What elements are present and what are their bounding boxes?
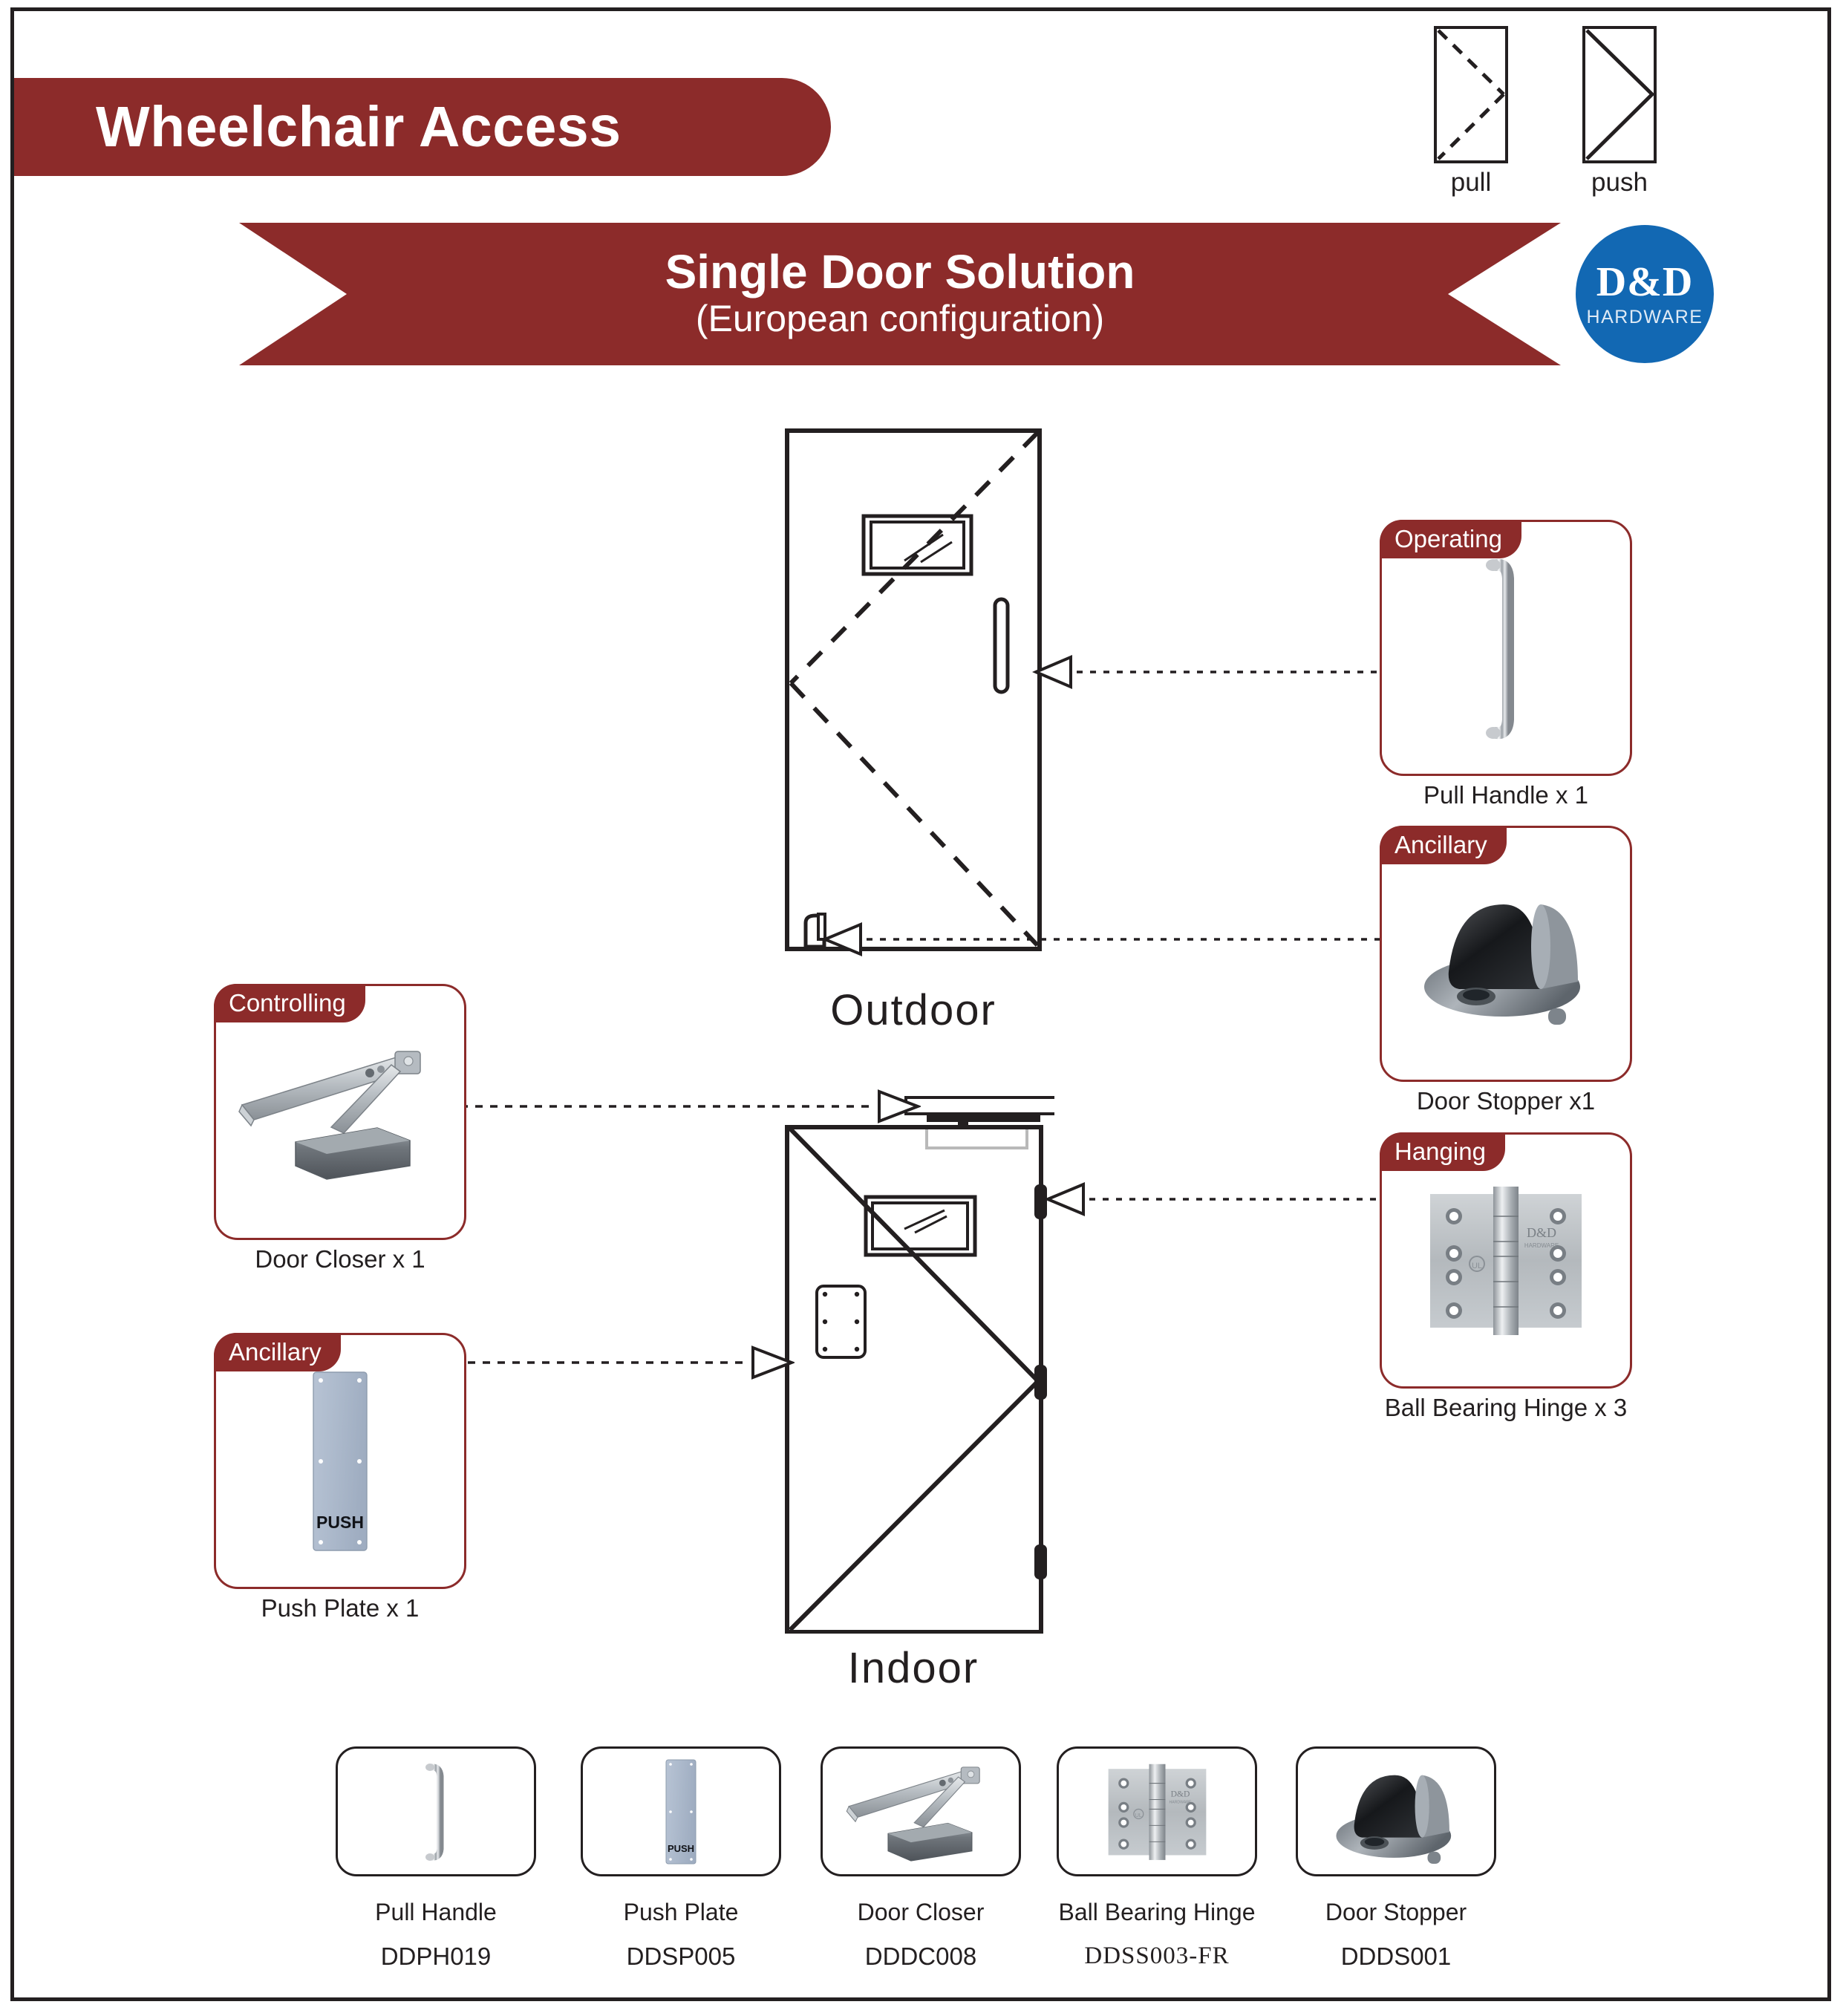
indoor-caption: Indoor (847, 1644, 979, 1692)
outdoor-caption: Outdoor (830, 986, 996, 1034)
product-name-hinge: Ball Bearing Hinge (1058, 1899, 1256, 1925)
brand-logo: D&D HARDWARE (1576, 225, 1714, 363)
product-item-pull-handle[interactable]: Pull Handle DDPH019 (332, 1746, 540, 1971)
door-swing-dashed-icon (1434, 26, 1508, 163)
page-title: Wheelchair Access (96, 94, 622, 159)
hinge-brand-tagline: HARDWARE (1524, 1242, 1559, 1249)
product-item-door-stopper[interactable]: Door Stopper DDDS001 (1292, 1746, 1500, 1971)
hinge-brand-name: D&D (1527, 1225, 1556, 1240)
product-item-push-plate[interactable]: PUSH Push Plate DDSP005 (577, 1746, 785, 1971)
product-code-door-closer: DDDC008 (864, 1942, 977, 1970)
legend-label-push: push (1591, 168, 1648, 197)
callout-card-door-stopper[interactable]: Ancillary (1380, 826, 1632, 1082)
callout-label-pull-handle: Pull Handle x 1 (1423, 781, 1588, 809)
brand-logo-name: D&D (1596, 259, 1694, 305)
svg-text:PUSH: PUSH (668, 1843, 694, 1854)
svg-text:HARDWARE: HARDWARE (1169, 1800, 1191, 1804)
product-name-push-plate: Push Plate (623, 1899, 739, 1925)
connector-door-closer (446, 1089, 921, 1123)
product-item-hinge[interactable]: D&D HARDWARE UL Ball Bearing Hinge DDSS0… (1053, 1746, 1261, 1970)
svg-text:UL: UL (1135, 1812, 1141, 1818)
connector-hinge (1043, 1182, 1391, 1216)
legend-item-push: push (1578, 26, 1661, 198)
ball-bearing-hinge-icon: D&D HARDWARE UL (1382, 1135, 1630, 1386)
callout-label-hinge: Ball Bearing Hinge x 3 (1384, 1394, 1628, 1421)
product-thumb-push-plate: PUSH (581, 1746, 781, 1876)
product-thumb-pull-handle (336, 1746, 536, 1876)
product-code-hinge: DDSS003-FR (1084, 1942, 1230, 1969)
outdoor-door-diagram (785, 428, 1042, 951)
product-code-push-plate: DDSP005 (626, 1942, 736, 1970)
product-thumb-hinge: D&D HARDWARE UL (1057, 1746, 1257, 1876)
pull-handle-icon (1382, 522, 1630, 774)
product-item-door-closer[interactable]: Door Closer DDDC008 (817, 1746, 1025, 1971)
legend-item-pull: pull (1429, 26, 1513, 198)
product-thumb-door-closer (821, 1746, 1021, 1876)
product-name-door-stopper: Door Stopper (1325, 1899, 1467, 1925)
connector-push-plate (453, 1345, 795, 1380)
svg-text:D&D: D&D (1170, 1789, 1190, 1798)
solution-banner (239, 223, 1561, 365)
legend-label-pull: pull (1450, 168, 1492, 197)
push-plate-text: PUSH (316, 1513, 364, 1532)
callout-card-door-closer[interactable]: Controlling (214, 984, 466, 1240)
callout-card-hinge[interactable]: Hanging D&D HARDWARE UL (1380, 1132, 1632, 1389)
brand-logo-tagline: HARDWARE (1586, 307, 1703, 327)
connector-door-stopper (821, 922, 1383, 956)
diagram-page: Wheelchair Access pull push Single Door … (0, 0, 1843, 2016)
product-code-pull-handle: DDPH019 (380, 1942, 492, 1970)
swing-legend: pull push (1429, 26, 1741, 197)
indoor-door-diagram (785, 1096, 1054, 1634)
connector-pull-handle (1032, 654, 1387, 690)
callout-label-door-stopper: Door Stopper x1 (1416, 1087, 1596, 1115)
product-thumb-door-stopper (1296, 1746, 1496, 1876)
svg-text:UL: UL (1472, 1262, 1482, 1270)
callout-label-door-closer: Door Closer x 1 (255, 1245, 425, 1273)
product-name-pull-handle: Pull Handle (375, 1899, 497, 1925)
product-code-door-stopper: DDDS001 (1340, 1942, 1452, 1970)
callout-card-push-plate[interactable]: Ancillary PUSH (214, 1333, 466, 1589)
callout-card-pull-handle[interactable]: Operating (1380, 520, 1632, 776)
page-title-banner: Wheelchair Access (14, 78, 831, 176)
door-closer-icon (216, 986, 464, 1238)
callout-label-push-plate: Push Plate x 1 (261, 1594, 420, 1622)
door-swing-solid-icon (1582, 26, 1657, 163)
door-stopper-icon (1382, 828, 1630, 1080)
product-name-door-closer: Door Closer (857, 1899, 985, 1925)
push-plate-icon: PUSH (216, 1335, 464, 1587)
